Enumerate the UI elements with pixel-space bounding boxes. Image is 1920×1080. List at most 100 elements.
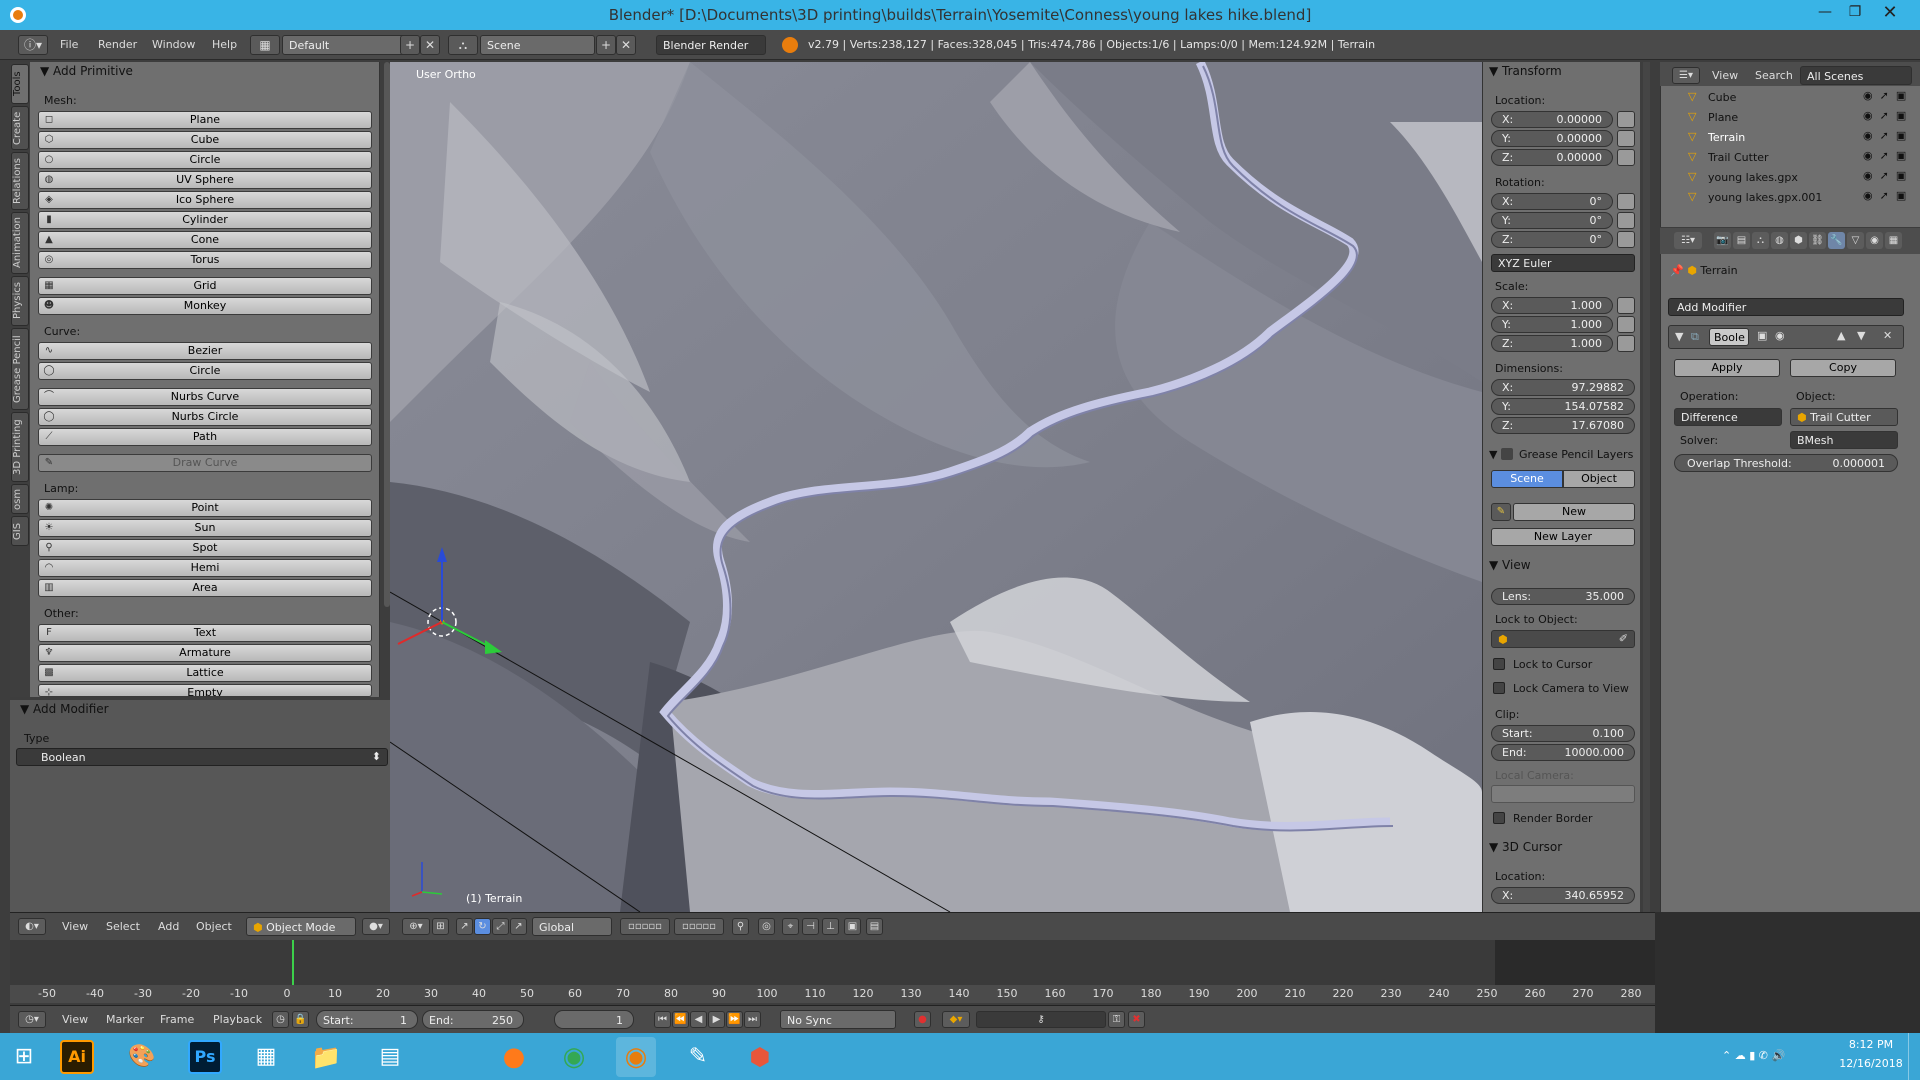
solver-dropdown[interactable]: BMesh	[1790, 431, 1898, 449]
operation-dropdown[interactable]: Difference	[1674, 408, 1782, 426]
windows-start-icon[interactable]: ⊞	[4, 1037, 44, 1077]
keying-set-icon[interactable]: ◆▾	[942, 1011, 970, 1028]
timeline-menu-playback[interactable]: Playback	[213, 1013, 262, 1026]
tab-gis[interactable]: GIS	[11, 516, 29, 546]
grease-pencil-header[interactable]: ▼ Grease Pencil Layers	[1489, 448, 1633, 461]
boolean-object-field[interactable]: ⬢ Trail Cutter	[1790, 408, 1898, 426]
location-y-field[interactable]: Y: 0.00000	[1491, 130, 1613, 147]
lock-camera-checkbox[interactable]	[1493, 682, 1505, 694]
move-up-icon[interactable]: ▲	[1837, 329, 1845, 342]
add-text-button[interactable]: F Text	[38, 624, 372, 642]
rotation-x-field[interactable]: X: 0°	[1491, 193, 1613, 210]
lock-cursor-checkbox[interactable]	[1493, 658, 1505, 670]
add-curve-circle-button[interactable]: ◯ Circle	[38, 362, 372, 380]
editor-type-properties-icon[interactable]: ☷▾	[1674, 232, 1702, 249]
snap-toggle-icon[interactable]: ⌖	[782, 918, 799, 935]
dimension-x-field[interactable]: X: 97.29882	[1491, 379, 1635, 396]
app-icon[interactable]: ✎	[678, 1037, 718, 1077]
outliner-menu-search[interactable]: Search	[1755, 69, 1793, 82]
maximize-icon[interactable]: ❐	[1840, 4, 1870, 20]
gp-new-button[interactable]: New	[1513, 503, 1635, 521]
proportional-edit-icon[interactable]: ◎	[758, 918, 775, 935]
rotation-mode-dropdown[interactable]: XYZ Euler	[1491, 254, 1635, 272]
scale-y-field[interactable]: Y: 1.000	[1491, 316, 1613, 333]
scale-x-field[interactable]: X: 1.000	[1491, 297, 1613, 314]
scene-icon[interactable]: ⛬	[448, 35, 478, 55]
mode-dropdown[interactable]: ⬢ Object Mode	[246, 917, 356, 936]
firefox-icon[interactable]: ●	[494, 1037, 534, 1077]
tab-tools[interactable]: Tools	[11, 64, 29, 104]
add-plane-button[interactable]: ◻ Plane	[38, 111, 372, 129]
gp-new-layer-button[interactable]: New Layer	[1491, 528, 1635, 546]
current-frame-indicator[interactable]	[292, 940, 294, 985]
eyedropper-icon[interactable]: ✐	[1619, 632, 1628, 645]
3d-viewport[interactable]: User Ortho (1) Terrain	[390, 62, 1482, 912]
illustrator-icon[interactable]: Ai	[60, 1040, 94, 1074]
add-bezier-button[interactable]: ∿ Bezier	[38, 342, 372, 360]
add-cube-button[interactable]: ⬡ Cube	[38, 131, 372, 149]
opengl-render-icon[interactable]: ▣	[844, 918, 861, 935]
manipulator-toggle-icon[interactable]: ⊞	[432, 918, 449, 935]
orientation-dropdown[interactable]: Global	[532, 917, 612, 936]
outliner-menu-view[interactable]: View	[1712, 69, 1738, 82]
outliner-item-cube[interactable]: ▽ Cube ◉➚▣	[1688, 88, 1908, 106]
gp-scene-toggle[interactable]: Scene	[1491, 470, 1563, 488]
lock-icon[interactable]	[1617, 130, 1635, 147]
lock-icon[interactable]	[1617, 231, 1635, 248]
collapse-icon[interactable]: ▼	[1675, 330, 1683, 343]
view-header[interactable]: ▼ View	[1489, 558, 1531, 572]
world-tab-icon[interactable]: ◍	[1771, 232, 1788, 249]
visibility-icons[interactable]: ◉➚▣	[1863, 149, 1913, 162]
add-hemi-lamp-button[interactable]: ◠ Hemi	[38, 559, 372, 577]
add-ico-sphere-button[interactable]: ◈ Ico Sphere	[38, 191, 372, 209]
scale-manipulator-icon[interactable]: ⤢	[492, 918, 509, 935]
scene-layers-grid-1[interactable]: ▫▫▫▫▫	[620, 918, 670, 935]
render-border-checkbox[interactable]	[1493, 812, 1505, 824]
rotation-y-field[interactable]: Y: 0°	[1491, 212, 1613, 229]
3d-cursor-header[interactable]: ▼ 3D Cursor	[1489, 840, 1562, 854]
add-empty-button[interactable]: ⊹ Empty	[38, 684, 372, 697]
3d-app-icon[interactable]: ⬢	[740, 1037, 780, 1077]
lock-object-field[interactable]: ⬢ ✐	[1491, 630, 1635, 648]
scene-tab-icon[interactable]: ⛬	[1752, 232, 1769, 249]
scene-layers-grid-2[interactable]: ▫▫▫▫▫	[674, 918, 724, 935]
paint-icon[interactable]: 🎨	[122, 1037, 162, 1077]
dimension-y-field[interactable]: Y: 154.07582	[1491, 398, 1635, 415]
current-frame-field[interactable]: 1	[554, 1010, 634, 1029]
close-icon[interactable]: ✕	[1875, 2, 1905, 23]
preview-range-icon[interactable]: ◷	[272, 1011, 289, 1028]
sync-dropdown[interactable]: No Sync	[780, 1010, 896, 1029]
photoshop-icon[interactable]: Ps	[188, 1040, 222, 1074]
visibility-icons[interactable]: ◉➚▣	[1863, 189, 1913, 202]
render-tab-icon[interactable]: 📷	[1714, 232, 1731, 249]
remove-scene-icon[interactable]: ✕	[616, 35, 636, 55]
store-icon[interactable]: ▦	[246, 1037, 286, 1077]
render-toggle-icon[interactable]: ▣	[1757, 329, 1767, 342]
outliner-item-plane[interactable]: ▽ Plane ◉➚▣	[1688, 108, 1908, 126]
jump-keyframe-back-icon[interactable]: ⏪	[672, 1011, 689, 1028]
pencil-icon[interactable]: ✎	[1491, 503, 1511, 521]
add-sun-lamp-button[interactable]: ☀ Sun	[38, 519, 372, 537]
lock-icon[interactable]	[1617, 335, 1635, 352]
blender-taskbar-icon[interactable]: ◉	[616, 1037, 656, 1077]
add-cylinder-button[interactable]: ▮ Cylinder	[38, 211, 372, 229]
start-frame-field[interactable]: Start: 1	[316, 1010, 418, 1029]
jump-keyframe-forward-icon[interactable]: ⏩	[726, 1011, 743, 1028]
move-down-icon[interactable]: ▼	[1857, 329, 1865, 342]
delete-keyframe-icon[interactable]: ✖	[1128, 1011, 1145, 1028]
lens-field[interactable]: Lens: 35.000	[1491, 588, 1635, 605]
object-tab-icon[interactable]: ⬢	[1790, 232, 1807, 249]
lock-range-icon[interactable]: 🔒	[292, 1011, 309, 1028]
clip-end-field[interactable]: End: 10000.000	[1491, 744, 1635, 761]
timeline-ruler[interactable]: -50 -40 -30 -20 -10 0 10 20 30 40 50 60 …	[10, 985, 1655, 1003]
add-cone-button[interactable]: ▲ Cone	[38, 231, 372, 249]
file-explorer-icon[interactable]: 📁	[306, 1037, 346, 1077]
copy-button[interactable]: Copy	[1790, 359, 1896, 377]
menu-help[interactable]: Help	[212, 38, 237, 51]
scale-z-field[interactable]: Z: 1.000	[1491, 335, 1613, 352]
local-camera-field[interactable]	[1491, 785, 1635, 803]
outliner-item-terrain[interactable]: ▽ Terrain ◉➚▣	[1688, 128, 1908, 146]
outliner-item-young-lakes-gpx[interactable]: ▽ young lakes.gpx ◉➚▣	[1688, 168, 1908, 186]
rotate-manipulator-icon[interactable]: ↻	[474, 918, 491, 935]
pivot-point-icon[interactable]: ⊕▾	[402, 918, 430, 935]
